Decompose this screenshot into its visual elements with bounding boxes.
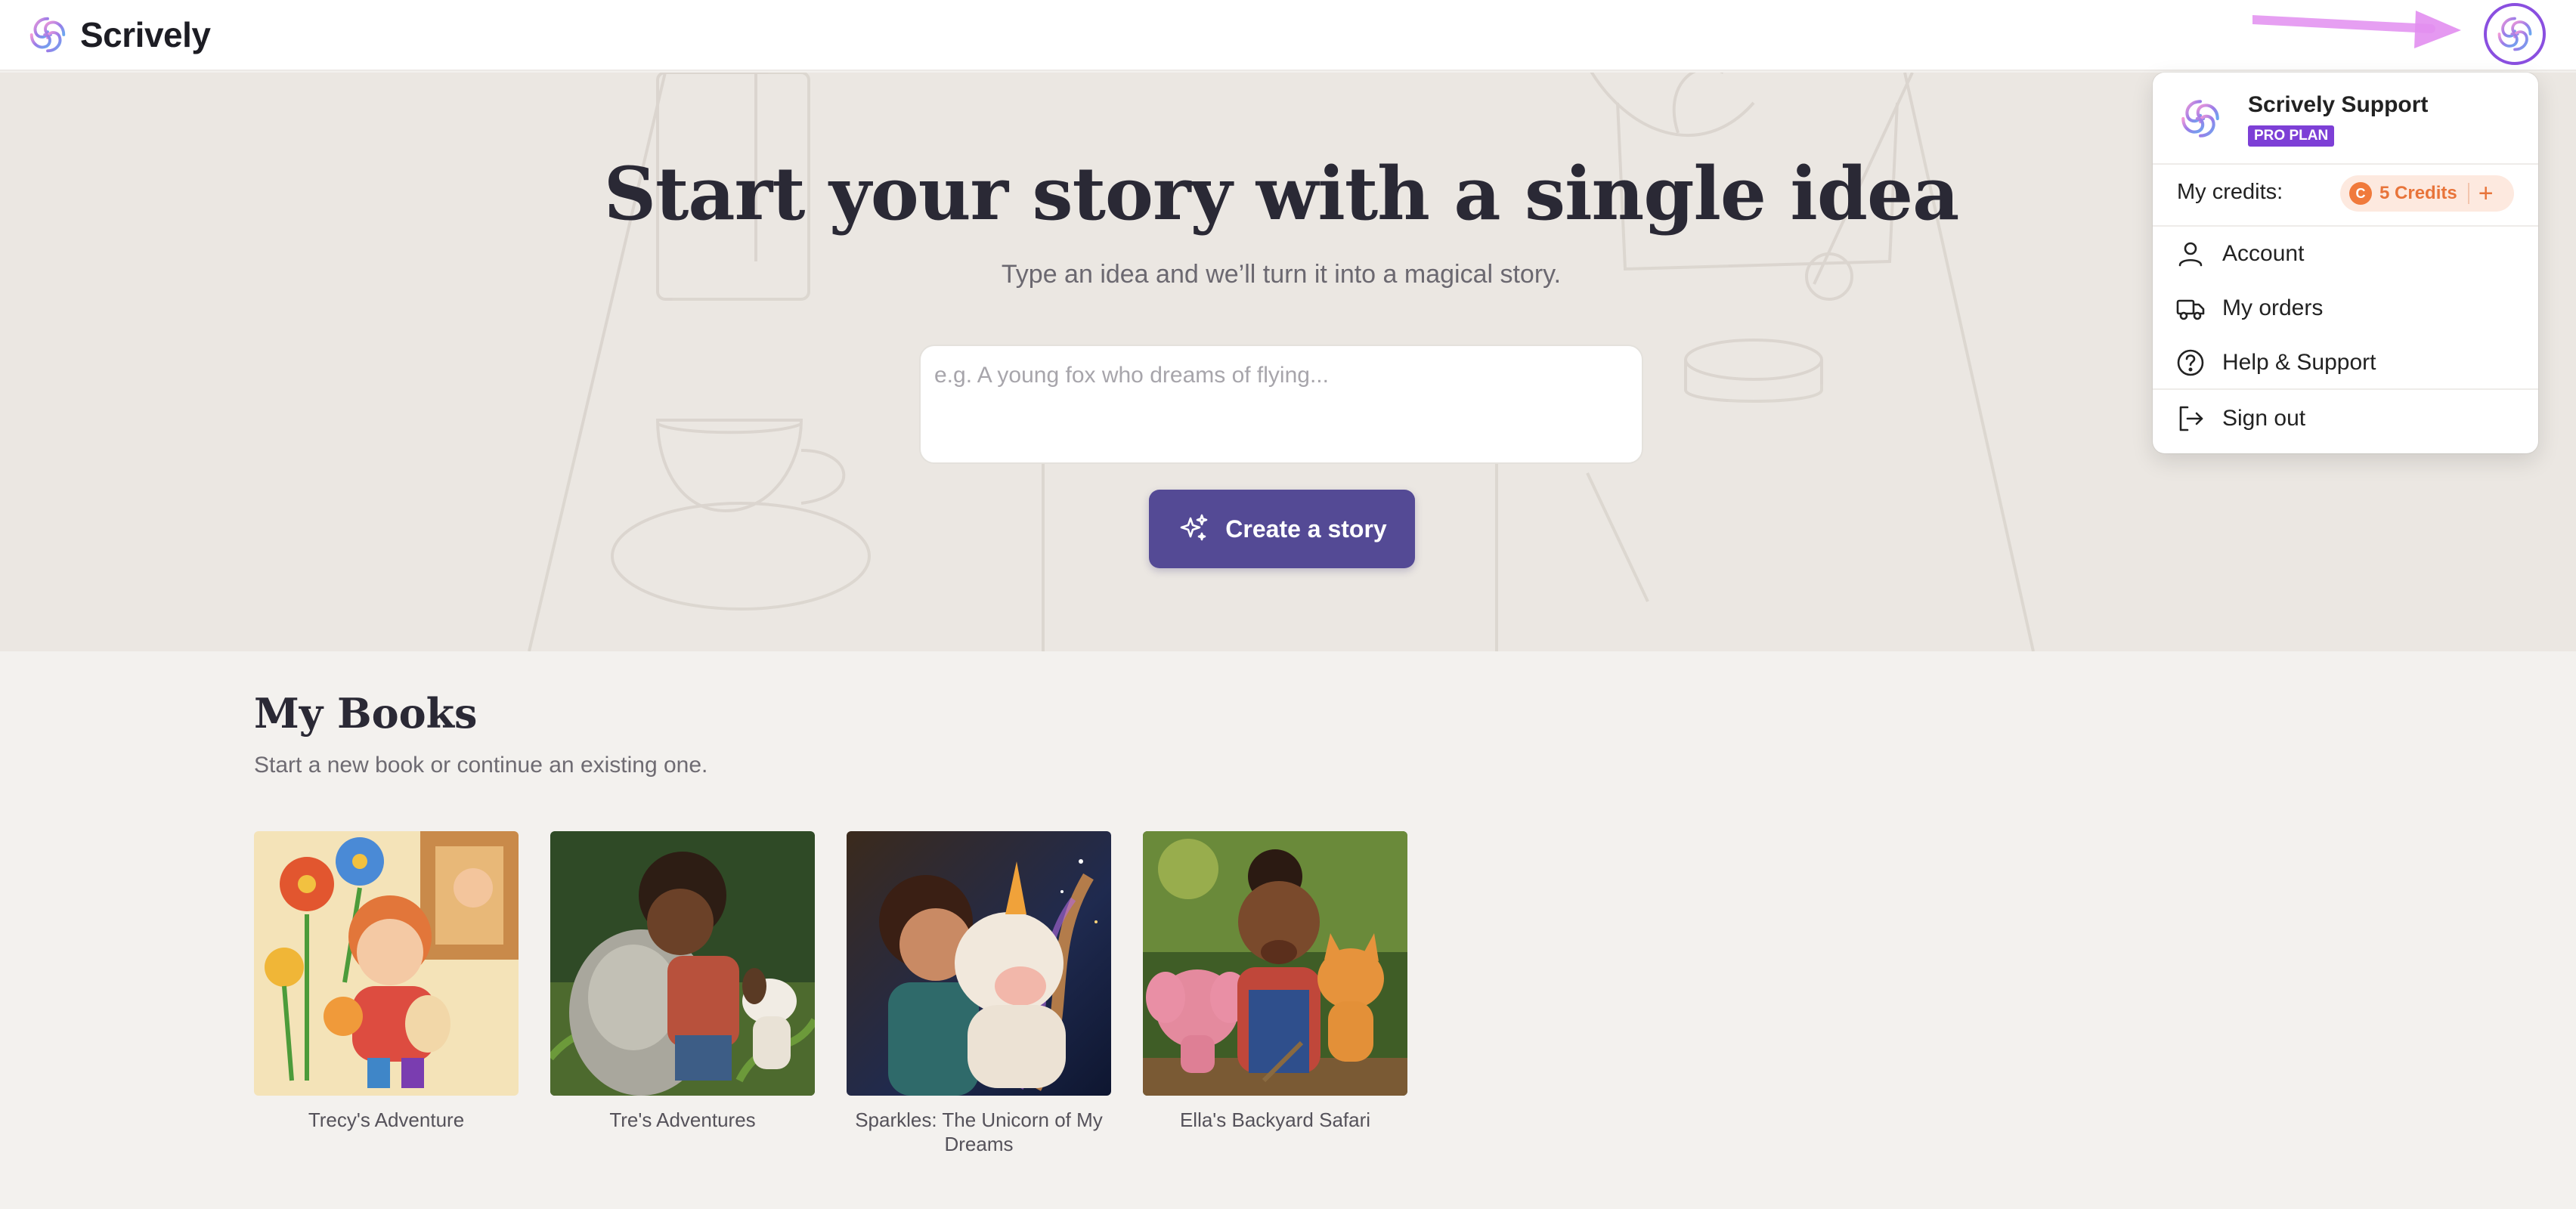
create-story-button[interactable]: Create a story [1149,490,1415,568]
menu-divider [2153,225,2538,227]
user-icon [2178,242,2203,267]
menu-item-label: Sign out [2222,406,2306,431]
book-card[interactable]: Tre's Adventures [550,831,815,1132]
credits-label: My credits: [2177,180,2283,204]
story-idea-input[interactable] [919,345,1643,464]
book-title: Ella's Backyard Safari [1179,1109,1371,1131]
user-name: Scrively Support [2248,92,2429,117]
book-title: Trecy's Adventure [308,1109,465,1131]
truck-icon [2176,299,2205,320]
menu-item-label: Help & Support [2222,350,2376,375]
credits-pill[interactable]: C 5 Credits + [2340,175,2514,212]
swirl-logo-icon [2497,17,2532,51]
sparkles-icon [1180,514,1208,541]
pill-divider [2467,183,2469,204]
menu-divider [2153,163,2538,165]
menu-item-help-support[interactable]: Help & Support [2175,345,2376,381]
swirl-logo-icon [2181,100,2219,138]
add-credits-button[interactable]: + [2478,181,2494,206]
help-circle-icon [2177,349,2204,376]
menu-item-account[interactable]: Account [2175,236,2304,272]
book-cover-image [254,831,519,1096]
menu-item-sign-out[interactable]: Sign out [2175,400,2305,437]
my-books-title: My Books [254,689,478,737]
menu-item-label: Account [2222,241,2305,266]
my-books-subtitle: Start a new book or continue an existing… [254,753,708,778]
annotation-arrow-icon [2252,11,2461,48]
top-bar: Scrively [0,0,2576,71]
book-cover-image [847,831,1111,1096]
brand-name: Scrively [80,15,211,54]
user-avatar-button[interactable] [2484,3,2546,65]
user-dropdown-menu: Scrively Support PRO PLAN My credits: C … [2153,73,2538,453]
book-cover-image [550,831,815,1096]
book-title: Tre's Adventures [609,1109,756,1131]
book-cover-image [1143,831,1407,1096]
coin-icon: C [2349,182,2372,205]
book-card[interactable]: Sparkles: The Unicorn of My Dreams [847,831,1111,1156]
sign-out-icon [2179,406,2203,431]
book-title: Sparkles: The Unicorn of My Dreams [855,1109,1103,1155]
menu-item-my-orders[interactable]: My orders [2175,290,2323,326]
swirl-logo-icon [29,17,66,53]
credits-value: 5 Credits [2379,183,2457,203]
create-story-label: Create a story [1225,515,1387,543]
book-card[interactable]: Ella's Backyard Safari [1143,831,1407,1132]
menu-divider [2153,388,2538,390]
brand-logo-link[interactable]: Scrively [26,11,211,59]
menu-item-label: My orders [2222,295,2324,320]
book-card[interactable]: Trecy's Adventure [254,831,519,1132]
plan-badge: PRO PLAN [2248,125,2335,147]
